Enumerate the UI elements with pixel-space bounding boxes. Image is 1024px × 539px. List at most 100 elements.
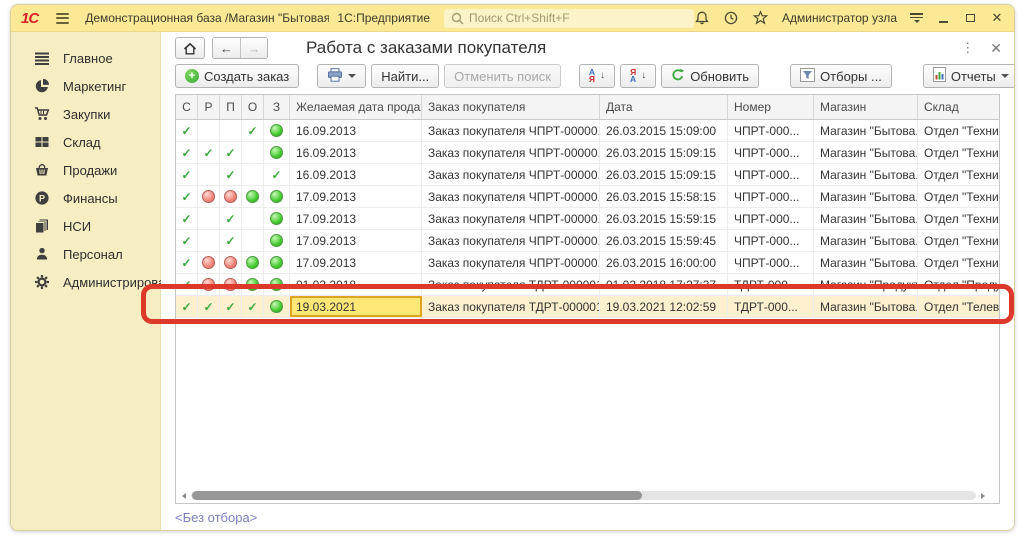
checkmark-icon: ✓ <box>181 235 191 247</box>
favorites-star-icon[interactable] <box>752 10 769 26</box>
status-cell <box>242 230 264 251</box>
back-button[interactable]: ← <box>213 38 240 58</box>
column-header[interactable]: Номер <box>728 95 814 119</box>
checkmark-icon: ✓ <box>181 257 191 269</box>
column-header[interactable]: Склад <box>918 95 999 119</box>
sidebar-item-zakupki[interactable]: Закупки <box>11 100 160 128</box>
table-row[interactable]: ✓17.09.2013Заказ покупателя ЧПРТ-00000..… <box>176 186 999 208</box>
store-cell: Магазин "Бытова... <box>814 230 918 251</box>
forward-arrow-icon: → <box>248 41 261 56</box>
minimize-button[interactable] <box>936 11 950 25</box>
column-header[interactable]: С <box>176 95 198 119</box>
order-cell: Заказ покупателя ТДРТ-000001... <box>422 296 600 317</box>
sort-descending-button[interactable]: Я А ↓ <box>620 64 656 88</box>
store-cell: Магазин "Бытова... <box>814 296 918 317</box>
filter-status[interactable]: <Без отбора> <box>175 510 257 525</box>
notifications-bell-icon[interactable] <box>694 10 710 26</box>
1c-logo: 1С <box>21 10 38 27</box>
history-icon[interactable] <box>723 10 739 26</box>
sidebar-item-label: Маркетинг <box>63 79 126 94</box>
status-cell: ✓ <box>220 296 242 317</box>
column-header[interactable]: Р <box>198 95 220 119</box>
date-cell: 26.03.2015 15:09:00 <box>600 120 728 141</box>
column-header[interactable]: О <box>242 95 264 119</box>
scrollbar-thumb[interactable] <box>192 491 642 500</box>
hamburger-menu-icon[interactable] <box>56 13 69 24</box>
number-cell: ЧПРТ-000... <box>728 142 814 163</box>
sidebar-item-sklad[interactable]: Склад <box>11 128 160 156</box>
checkmark-icon: ✓ <box>181 213 191 225</box>
red-status-icon <box>224 190 237 203</box>
sidebar-item-administrirovanie[interactable]: Администрирование <box>11 268 160 296</box>
table-row[interactable]: ✓✓17.09.2013Заказ покупателя ЧПРТ-00000.… <box>176 230 999 252</box>
order-cell: Заказ покупателя ЧПРТ-00000... <box>422 120 600 141</box>
table-row[interactable]: ✓✓✓16.09.2013Заказ покупателя ЧПРТ-00000… <box>176 164 999 186</box>
column-header[interactable]: П <box>220 95 242 119</box>
sidebar-item-personal[interactable]: Персонал <box>11 240 160 268</box>
service-menu-icon[interactable] <box>910 13 923 24</box>
sort-ascending-button[interactable]: А Я ↓ <box>579 64 615 88</box>
orders-table: СРПОЗЖелаемая дата продажиЗаказ покупате… <box>175 94 1000 504</box>
home-button[interactable] <box>175 37 205 59</box>
horizontal-scrollbar[interactable] <box>182 491 985 500</box>
status-cell: ✓ <box>176 252 198 273</box>
checkmark-icon: ✓ <box>181 147 191 159</box>
table-row[interactable]: ✓✓16.09.2013Заказ покупателя ЧПРТ-00000.… <box>176 120 999 142</box>
scroll-left-arrow-icon[interactable] <box>182 493 186 499</box>
table-row[interactable]: ✓✓17.09.2013Заказ покупателя ЧПРТ-00000.… <box>176 208 999 230</box>
status-cell <box>242 186 264 207</box>
sidebar-item-glavnoe[interactable]: Главное <box>11 44 160 72</box>
table-row[interactable]: ✓✓✓16.09.2013Заказ покупателя ЧПРТ-00000… <box>176 142 999 164</box>
column-header[interactable]: Заказ покупателя <box>422 95 600 119</box>
sidebar-item-marketing[interactable]: Маркетинг <box>11 72 160 100</box>
filter-funnel-icon <box>800 68 815 85</box>
current-user[interactable]: Администратор узла <box>782 11 897 25</box>
reports-button[interactable]: Отчеты <box>923 64 1015 88</box>
maximize-button[interactable] <box>963 11 977 25</box>
order-cell: Заказ покупателя ЧПРТ-00000... <box>422 186 600 207</box>
desired-date-cell: 01.02.2018 <box>290 274 422 295</box>
table-row[interactable]: ✓17.09.2013Заказ покупателя ЧПРТ-00000..… <box>176 252 999 274</box>
status-cell: ✓ <box>176 164 198 185</box>
kebab-menu-icon[interactable]: ⋮ <box>961 40 974 56</box>
status-cell <box>264 120 290 141</box>
global-search-input[interactable]: Поиск Ctrl+Shift+F <box>444 9 694 28</box>
sidebar-item-prodazhi[interactable]: Продажи <box>11 156 160 184</box>
sidebar-item-label: НСИ <box>63 219 91 234</box>
scroll-right-arrow-icon[interactable] <box>981 493 985 499</box>
search-icon <box>451 12 464 25</box>
print-button[interactable] <box>317 64 366 88</box>
order-cell: Заказ покупателя ЧПРТ-00000... <box>422 164 600 185</box>
checkmark-icon: ✓ <box>225 235 235 247</box>
panel-close-icon[interactable]: ✕ <box>990 40 1002 57</box>
filters-button[interactable]: Отборы ... <box>790 64 892 88</box>
checkmark-icon: ✓ <box>203 147 213 159</box>
find-button[interactable]: Найти... <box>371 64 439 88</box>
window-title: Демонстрационная база /Магазин "Бытовая … <box>85 11 329 25</box>
status-cell <box>264 186 290 207</box>
status-cell <box>242 164 264 185</box>
table-row[interactable]: ✓01.02.2018Заказ покупателя ТДРТ-0000010… <box>176 274 999 296</box>
forward-button[interactable]: → <box>240 38 267 58</box>
table-row[interactable]: ✓✓✓✓19.03.2021Заказ покупателя ТДРТ-0000… <box>176 296 999 318</box>
store-cell: Магазин "Бытова... <box>814 142 918 163</box>
checkmark-icon: ✓ <box>247 301 257 313</box>
date-cell: 26.03.2015 15:59:45 <box>600 230 728 251</box>
checkmark-icon: ✓ <box>181 301 191 313</box>
close-button[interactable]: ✕ <box>990 11 1004 25</box>
sidebar-item-nsi[interactable]: НСИ <box>11 212 160 240</box>
checkmark-icon: ✓ <box>247 125 257 137</box>
refresh-button[interactable]: Обновить <box>661 64 759 88</box>
column-header[interactable]: Магазин <box>814 95 918 119</box>
green-status-icon <box>246 190 259 203</box>
column-header[interactable]: Желаемая дата продажи <box>290 95 422 119</box>
number-cell: ЧПРТ-000... <box>728 164 814 185</box>
column-header[interactable]: Дата <box>600 95 728 119</box>
sidebar-item-finansy[interactable]: РФинансы <box>11 184 160 212</box>
red-status-icon <box>202 190 215 203</box>
status-cell <box>264 296 290 317</box>
column-header[interactable]: З <box>264 95 290 119</box>
number-cell: ТДРТ-000 <box>728 274 814 295</box>
green-status-icon <box>270 234 283 247</box>
create-order-button[interactable]: + Создать заказ <box>175 64 299 88</box>
